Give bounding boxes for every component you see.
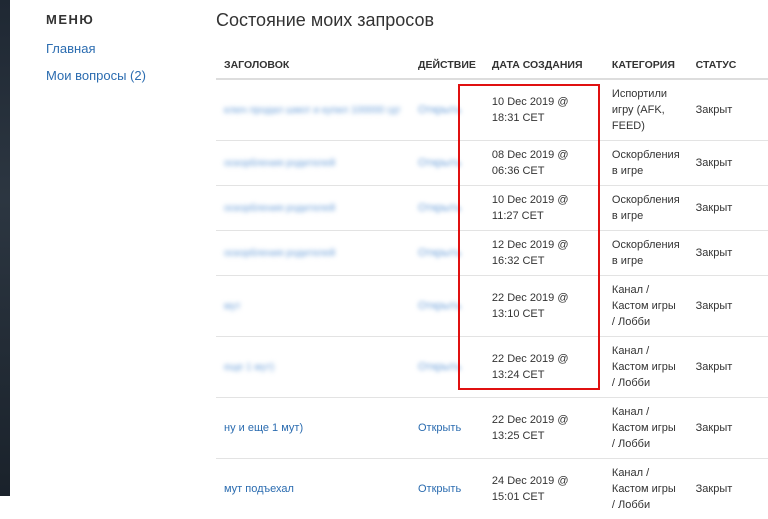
row-open-link[interactable]: Открыть	[410, 186, 484, 231]
row-open-link[interactable]: Открыть	[410, 276, 484, 337]
row-status: Закрыт	[688, 141, 768, 186]
header-status: СТАТУС	[688, 50, 768, 79]
row-date: 22 Dec 2019 @ 13:24 CET	[484, 337, 604, 398]
row-status: Закрыт	[688, 459, 768, 519]
row-date: 08 Dec 2019 @ 06:36 CET	[484, 141, 604, 186]
row-status: Закрыт	[688, 186, 768, 231]
row-date: 22 Dec 2019 @ 13:10 CET	[484, 276, 604, 337]
table-row: мут подъехал Открыть 24 Dec 2019 @ 15:01…	[216, 459, 768, 519]
requests-table: ЗАГОЛОВОК ДЕЙСТВИЕ ДАТА СОЗДАНИЯ КАТЕГОР…	[216, 50, 768, 519]
row-open-link[interactable]: Открыть	[410, 141, 484, 186]
row-status: Закрыт	[688, 276, 768, 337]
row-open-link[interactable]: Открыть	[410, 231, 484, 276]
row-date: 22 Dec 2019 @ 13:25 CET	[484, 398, 604, 459]
menu-item-home[interactable]: Главная	[46, 41, 196, 56]
row-category: Канал / Кастом игры / Лобби	[604, 276, 688, 337]
row-title-link[interactable]: ну и еще 1 мут)	[224, 422, 303, 434]
table-row: еще 1 мут) Открыть 22 Dec 2019 @ 13:24 C…	[216, 337, 768, 398]
row-title[interactable]: оскорбления родителей	[216, 141, 410, 186]
row-title[interactable]: мут	[216, 276, 410, 337]
row-open-cell: Открыть	[410, 398, 484, 459]
row-category: Канал / Кастом игры / Лобби	[604, 398, 688, 459]
sidebar-menu: МЕНЮ Главная Мои вопросы (2)	[46, 12, 196, 95]
row-category: Оскорбления в игре	[604, 141, 688, 186]
table-header-row: ЗАГОЛОВОК ДЕЙСТВИЕ ДАТА СОЗДАНИЯ КАТЕГОР…	[216, 50, 768, 79]
table-row: оскорбления родителей Открыть 08 Dec 201…	[216, 141, 768, 186]
row-category: Канал / Кастом игры / Лобби	[604, 337, 688, 398]
row-status: Закрыт	[688, 398, 768, 459]
row-title[interactable]: мут подъехал	[216, 459, 410, 519]
row-status: Закрыт	[688, 79, 768, 141]
background-strip	[0, 0, 10, 496]
header-title: ЗАГОЛОВОК	[216, 50, 410, 79]
row-title[interactable]: ключ продал шмот и купил 100000 гдт	[216, 79, 410, 141]
row-category: Оскорбления в игре	[604, 231, 688, 276]
menu-title: МЕНЮ	[46, 12, 196, 27]
row-title-link[interactable]: мут подъехал	[224, 483, 294, 495]
table-row: оскорбления родителей Открыть 10 Dec 201…	[216, 186, 768, 231]
row-title[interactable]: оскорбления родителей	[216, 231, 410, 276]
row-title[interactable]: еще 1 мут)	[216, 337, 410, 398]
row-open-link[interactable]: Открыть	[418, 483, 461, 495]
row-open-cell: Открыть	[410, 459, 484, 519]
row-category: Канал / Кастом игры / Лобби	[604, 459, 688, 519]
row-open-link[interactable]: Открыть	[410, 337, 484, 398]
header-date: ДАТА СОЗДАНИЯ	[484, 50, 604, 79]
row-date: 10 Dec 2019 @ 18:31 CET	[484, 79, 604, 141]
row-status: Закрыт	[688, 337, 768, 398]
table-row: ключ продал шмот и купил 100000 гдт Откр…	[216, 79, 768, 141]
header-action: ДЕЙСТВИЕ	[410, 50, 484, 79]
table-row: ну и еще 1 мут) Открыть 22 Dec 2019 @ 13…	[216, 398, 768, 459]
row-date: 24 Dec 2019 @ 15:01 CET	[484, 459, 604, 519]
row-status: Закрыт	[688, 231, 768, 276]
row-category: Оскорбления в игре	[604, 186, 688, 231]
row-open-link[interactable]: Открыть	[418, 422, 461, 434]
row-date: 12 Dec 2019 @ 16:32 CET	[484, 231, 604, 276]
header-category: КАТЕГОРИЯ	[604, 50, 688, 79]
table-row: мут Открыть 22 Dec 2019 @ 13:10 CET Кана…	[216, 276, 768, 337]
menu-item-my-questions[interactable]: Мои вопросы (2)	[46, 68, 196, 83]
row-date: 10 Dec 2019 @ 11:27 CET	[484, 186, 604, 231]
page-title: Состояние моих запросов	[216, 10, 434, 31]
row-title[interactable]: оскорбления родителей	[216, 186, 410, 231]
row-category: Испортили игру (AFK, FEED)	[604, 79, 688, 141]
table-row: оскорбления родителей Открыть 12 Dec 201…	[216, 231, 768, 276]
row-open-link[interactable]: Открыть	[410, 79, 484, 141]
row-title[interactable]: ну и еще 1 мут)	[216, 398, 410, 459]
